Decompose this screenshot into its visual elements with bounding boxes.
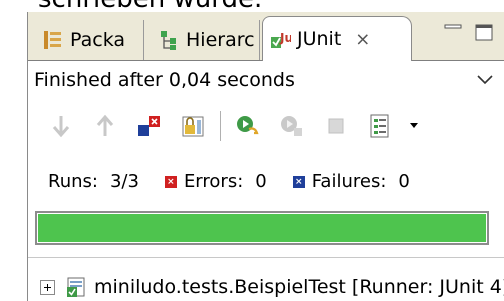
- tab-label: JUnit: [297, 28, 342, 50]
- type-hierarchy-icon: [161, 31, 176, 50]
- test-progress-bar: [35, 211, 489, 245]
- junit-content: Finished after 0,04 seconds Runs: 3/3 × …: [28, 61, 504, 301]
- toolbar-separator: [220, 111, 221, 141]
- junit-view-panel: Packa Hierarc Ju JUnit ⨯: [27, 12, 504, 301]
- results-divider: [28, 257, 504, 258]
- package-explorer-icon: [44, 31, 61, 49]
- tab-type-hierarchy[interactable]: Hierarc: [148, 20, 260, 60]
- page-heading-fragment: schrieben wurde.: [38, 0, 262, 12]
- run-status-text: Finished after 0,04 seconds: [34, 69, 295, 91]
- runs-value: 3/3: [109, 171, 139, 192]
- test-counters: Runs: 3/3 × Errors: 0 × Failures: 0: [48, 171, 436, 192]
- stop-icon[interactable]: [323, 113, 349, 139]
- test-run-history-icon[interactable]: [367, 113, 393, 139]
- progress-bar-fill: [38, 214, 486, 242]
- error-icon: ×: [164, 175, 177, 188]
- failures-counter: × Failures: 0: [292, 171, 410, 192]
- failures-label: Failures:: [311, 171, 387, 192]
- tab-junit[interactable]: Ju JUnit ⨯: [262, 16, 412, 61]
- errors-counter: × Errors: 0: [164, 171, 267, 192]
- tree-item-label: miniludo.tests.BeispielTest [Runner: JUn…: [94, 276, 504, 298]
- rerun-failed-first-icon[interactable]: [279, 113, 305, 139]
- junit-icon: Ju: [271, 31, 291, 48]
- tab-label: Hierarc: [186, 29, 255, 51]
- failure-icon: ×: [292, 175, 305, 188]
- tab-label: Packa: [70, 29, 126, 51]
- maximize-view-icon[interactable]: [474, 22, 494, 42]
- expand-icon[interactable]: [40, 279, 55, 295]
- show-failures-only-icon[interactable]: [136, 113, 162, 139]
- view-tab-strip: Packa Hierarc Ju JUnit ⨯: [28, 12, 504, 61]
- runs-counter: Runs: 3/3: [48, 171, 139, 192]
- svg-text:Ju: Ju: [279, 31, 291, 45]
- minimize-view-icon[interactable]: [443, 22, 463, 42]
- errors-value: 0: [255, 171, 267, 192]
- close-icon[interactable]: ⨯: [355, 29, 370, 50]
- view-menu-chevron-down-icon[interactable]: [477, 75, 493, 85]
- previous-failure-icon[interactable]: [92, 113, 118, 139]
- junit-toolbar: [28, 103, 504, 149]
- test-suite-passed-icon: [67, 277, 85, 297]
- errors-label: Errors:: [183, 171, 244, 192]
- next-failure-icon[interactable]: [48, 113, 74, 139]
- scroll-lock-icon[interactable]: [180, 113, 206, 139]
- runs-label: Runs:: [48, 171, 98, 192]
- tree-item[interactable]: miniludo.tests.BeispielTest [Runner: JUn…: [28, 273, 504, 301]
- failures-value: 0: [398, 171, 410, 192]
- rerun-test-icon[interactable]: [235, 113, 261, 139]
- tab-package-explorer[interactable]: Packa: [34, 20, 144, 60]
- history-dropdown-icon[interactable]: [401, 113, 427, 139]
